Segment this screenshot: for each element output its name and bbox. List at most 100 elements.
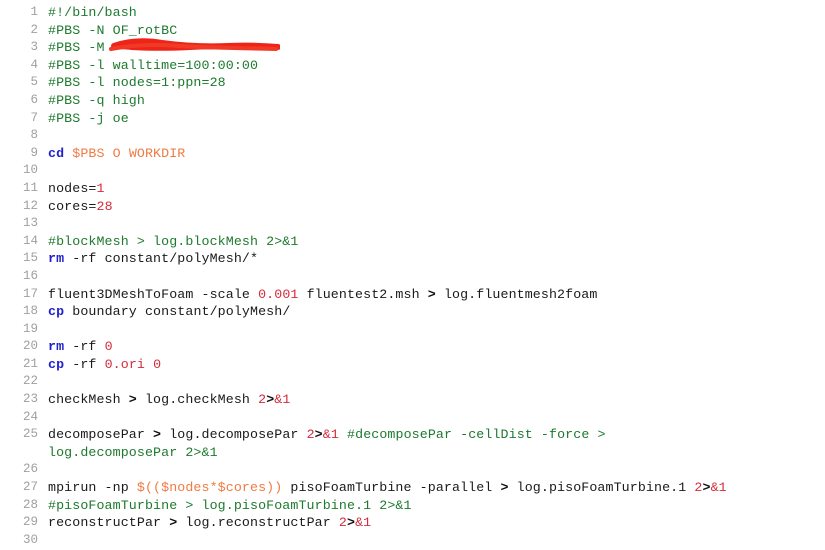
code-line-text[interactable]: mpirun -np $(($nodes*$cores)) pisoFoamTu…	[38, 479, 727, 497]
code-line-text[interactable]: #PBS -q high	[38, 92, 145, 110]
code-line-text[interactable]: reconstructPar > log.reconstructPar 2>&1	[38, 514, 371, 532]
code-line[interactable]: 28 #pisoFoamTurbine > log.pisoFoamTurbine…	[0, 497, 825, 515]
code-line[interactable]: 1 #!/bin/bash	[0, 4, 825, 22]
token-plain: -rf	[64, 356, 105, 372]
line-number: 7	[30, 110, 38, 125]
code-line-text[interactable]: #blockMesh > log.blockMesh 2>&1	[38, 233, 298, 251]
code-line-text[interactable]: rm -rf constant/polyMesh/*	[38, 250, 258, 268]
line-number: 17	[22, 286, 38, 301]
code-lines-container[interactable]: 1 #!/bin/bash 2 #PBS -N OF_rotBC 3 #PBS -M 4 #…	[0, 0, 825, 549]
code-line[interactable]: 27 mpirun -np $(($nodes*$cores)) pisoFoam…	[0, 479, 825, 497]
code-line[interactable]: 24	[0, 409, 825, 427]
code-line-text[interactable]: cp boundary constant/polyMesh/	[38, 303, 290, 321]
line-number: 12	[22, 198, 38, 213]
code-line-text[interactable]: #PBS -l walltime=100:00:00	[38, 57, 258, 75]
line-number: 1	[30, 5, 38, 19]
line-number: 19	[22, 321, 38, 336]
token-num: 1	[96, 180, 105, 196]
code-line-text[interactable]: cores=28	[38, 198, 113, 216]
code-line[interactable]: 18 cp boundary constant/polyMesh/	[0, 303, 825, 321]
token-redir: >	[314, 427, 323, 443]
token-num: &1	[710, 480, 727, 496]
token-plain: cores=	[48, 198, 97, 214]
code-editor[interactable]: 1 #!/bin/bash 2 #PBS -N OF_rotBC 3 #PBS -M 4 #…	[0, 0, 825, 550]
code-line[interactable]: 17 fluent3DMeshToFoam -scale 0.001 fluent…	[0, 286, 825, 304]
code-line-text[interactable]: #PBS -l nodes=1:ppn=28	[38, 74, 226, 92]
line-number: 14	[22, 233, 38, 248]
token-comment: #decomposePar -cellDist -force >	[347, 427, 606, 443]
code-line-text[interactable]: decomposePar > log.decomposePar 2>&1 #de…	[38, 426, 606, 444]
token-comment: #PBS -N OF_rotBC	[48, 22, 178, 38]
token-var: $(($nodes*$cores))	[136, 480, 283, 496]
token-num: &1	[322, 427, 339, 443]
code-line[interactable]: 30	[0, 532, 825, 550]
code-line[interactable]: 13	[0, 215, 825, 233]
token-plain: mpirun -np	[48, 480, 137, 496]
token-num: 0.001	[258, 286, 299, 302]
token-builtin: cd	[48, 145, 65, 161]
token-redir: >	[128, 392, 137, 408]
token-num: 0	[104, 339, 113, 355]
line-number: 21	[22, 356, 38, 371]
line-number: 18	[22, 304, 38, 319]
token-plain: log.reconstructPar	[177, 515, 339, 531]
line-number: 26	[22, 462, 38, 477]
token-plain: reconstructPar	[48, 515, 170, 531]
code-line-text[interactable]: cd $PBS O WORKDIR	[38, 145, 185, 163]
line-number: 23	[22, 392, 38, 407]
token-plain: log.decomposePar	[161, 427, 307, 443]
token-builtin: rm	[48, 251, 65, 267]
line-number: 20	[22, 339, 38, 354]
code-line[interactable]: 9 cd $PBS O WORKDIR	[0, 145, 825, 163]
code-line[interactable]: 3 #PBS -M	[0, 39, 825, 57]
code-line-text[interactable]: nodes=1	[38, 180, 105, 198]
code-line[interactable]: 10	[0, 162, 825, 180]
line-number: 2	[30, 22, 38, 37]
code-line-text[interactable]: rm -rf 0	[38, 338, 113, 356]
line-number: 8	[30, 128, 38, 143]
code-line-text[interactable]: #PBS -M	[38, 39, 113, 57]
code-line[interactable]: 19	[0, 321, 825, 339]
code-line-text[interactable]: #!/bin/bash	[38, 4, 137, 22]
code-line[interactable]: 20 rm -rf 0	[0, 338, 825, 356]
code-line-text[interactable]: #PBS -j oe	[38, 110, 129, 128]
code-line[interactable]: 2 #PBS -N OF_rotBC	[0, 22, 825, 40]
line-number: 13	[22, 216, 38, 231]
line-number: 6	[30, 92, 38, 107]
code-line[interactable]: log.decomposePar 2>&1	[0, 444, 825, 462]
line-number: 16	[22, 268, 38, 283]
code-line[interactable]: 6 #PBS -q high	[0, 92, 825, 110]
token-num: 2	[306, 427, 315, 443]
code-line[interactable]: 7 #PBS -j oe	[0, 110, 825, 128]
token-num: 2	[338, 515, 347, 531]
code-line[interactable]: 26	[0, 461, 825, 479]
code-line-text[interactable]: fluent3DMeshToFoam -scale 0.001 fluentes…	[38, 286, 597, 304]
code-line[interactable]: 14 #blockMesh > log.blockMesh 2>&1	[0, 233, 825, 251]
code-line[interactable]: 21 cp -rf 0.ori 0	[0, 356, 825, 374]
line-number: 15	[22, 251, 38, 266]
code-line[interactable]: 25 decomposePar > log.decomposePar 2>&1 #…	[0, 426, 825, 444]
token-num: &1	[355, 515, 372, 531]
line-number: 9	[30, 145, 38, 160]
code-line[interactable]: 12 cores=28	[0, 198, 825, 216]
code-line[interactable]: 22	[0, 373, 825, 391]
code-line[interactable]: 4 #PBS -l walltime=100:00:00	[0, 57, 825, 75]
line-number: 29	[22, 515, 38, 530]
code-line[interactable]: 15 rm -rf constant/polyMesh/*	[0, 250, 825, 268]
code-line[interactable]: 8	[0, 127, 825, 145]
code-line[interactable]: 29 reconstructPar > log.reconstructPar 2>…	[0, 514, 825, 532]
token-builtin: cp	[48, 356, 65, 372]
code-line-text[interactable]: log.decomposePar 2>&1	[38, 444, 218, 462]
code-line[interactable]: 11 nodes=1	[0, 180, 825, 198]
line-number: 28	[22, 497, 38, 512]
token-redir: >	[427, 286, 436, 302]
code-line-text[interactable]: checkMesh > log.checkMesh 2>&1	[38, 391, 290, 409]
line-number: 11	[22, 180, 38, 195]
code-line[interactable]: 5 #PBS -l nodes=1:ppn=28	[0, 74, 825, 92]
code-line-text[interactable]: #pisoFoamTurbine > log.pisoFoamTurbine.1…	[38, 497, 412, 515]
code-line[interactable]: 16	[0, 268, 825, 286]
code-line[interactable]: 23 checkMesh > log.checkMesh 2>&1	[0, 391, 825, 409]
code-line-text[interactable]: #PBS -N OF_rotBC	[38, 22, 177, 40]
code-line-text[interactable]: cp -rf 0.ori 0	[38, 356, 161, 374]
